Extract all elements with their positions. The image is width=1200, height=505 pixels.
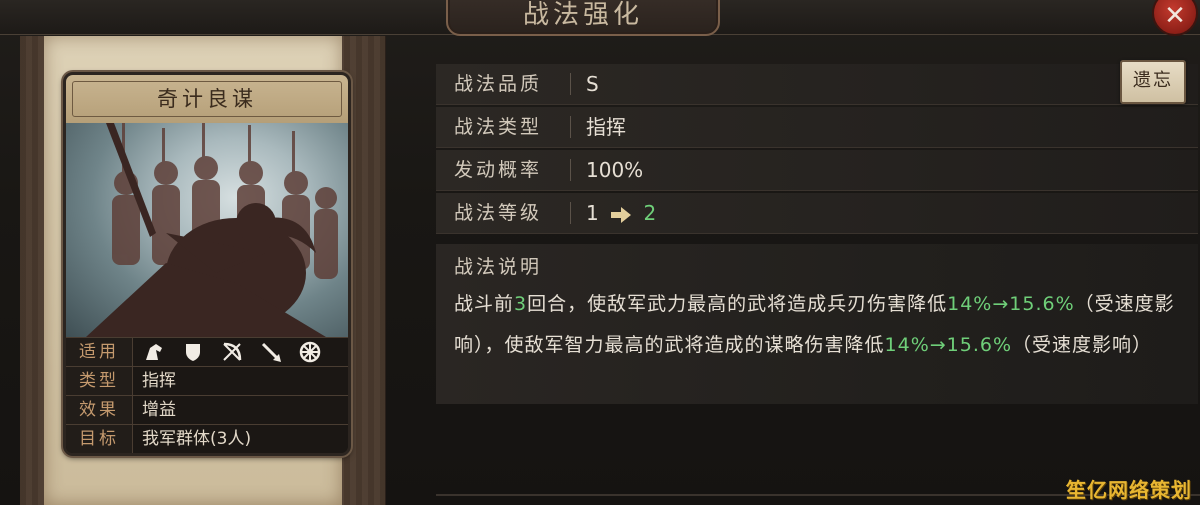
info-row-type: 类型 指挥 <box>66 366 348 395</box>
attr-label: 战法品质 <box>454 73 543 95</box>
info-value: 我军群体(3人) <box>142 429 252 449</box>
skill-name: 奇计良谋 <box>157 87 257 111</box>
cavalry-icon <box>142 340 166 364</box>
description-text: 战斗前3回合，使敌军武力最高的武将造成兵刃伤害降低14%→15.6%（受速度影响… <box>454 284 1194 366</box>
info-row-target: 目标 我军群体(3人) <box>66 424 348 453</box>
divider <box>570 73 571 95</box>
skill-card: 奇计良谋 适用 类型 指挥 效果 增益 目标 我军群体(3人) <box>63 72 351 456</box>
info-label: 目标 <box>66 425 133 453</box>
attr-label: 战法等级 <box>454 202 543 224</box>
attr-label: 发动概率 <box>454 159 543 181</box>
attr-value: 1 2 <box>586 193 656 233</box>
forget-button[interactable]: 遗忘 <box>1120 60 1186 104</box>
spear-icon <box>259 340 283 364</box>
divider <box>570 159 571 181</box>
attr-row-level: 战法等级 1 2 <box>436 193 1198 234</box>
skill-description-panel: 战法说明 战斗前3回合，使敌军武力最高的武将造成兵刃伤害降低14%→15.6%（… <box>436 244 1198 404</box>
desc-highlight: 14%→15.6% <box>947 293 1075 315</box>
skill-artwork <box>66 123 348 337</box>
info-value: 增益 <box>142 400 176 420</box>
divider <box>570 202 571 224</box>
archer-icon <box>220 340 244 364</box>
description-title: 战法说明 <box>454 256 543 278</box>
window-title: 战法强化 <box>446 0 720 36</box>
info-row-applicable: 适用 <box>66 337 348 366</box>
watermark: 笙亿网络策划 <box>1066 478 1192 502</box>
info-row-effect: 效果 增益 <box>66 395 348 424</box>
troop-type-icons <box>142 340 332 364</box>
info-label: 类型 <box>66 367 133 395</box>
desc-highlight: 3 <box>514 293 528 315</box>
level-next: 2 <box>643 201 657 225</box>
info-value: 指挥 <box>142 371 176 391</box>
level-current: 1 <box>586 201 599 225</box>
attr-value: 100% <box>586 158 644 182</box>
skill-card-title: 奇计良谋 <box>66 75 348 125</box>
divider <box>570 116 571 138</box>
desc-segment: 战斗前 <box>454 293 515 315</box>
desc-segment: （受速度影响） <box>1012 334 1153 356</box>
skill-info-table: 适用 类型 指挥 效果 增益 目标 我军群体(3人) <box>66 337 348 453</box>
info-label: 适用 <box>66 338 133 366</box>
skill-enhance-screen: 战法强化 ✕ 奇计良谋 适用 类型 指挥 效果 增益 目标 我军群体(3人) 战… <box>0 0 1200 505</box>
attr-row-type: 战法类型 指挥 <box>436 107 1198 148</box>
desc-highlight: 14%→15.6% <box>884 334 1013 356</box>
shield-icon <box>181 340 205 364</box>
wheel-icon <box>298 340 322 364</box>
desc-segment: 回合，使敌军武力最高的武将造成兵刃伤害降低 <box>527 293 948 315</box>
attr-value: S <box>586 72 599 96</box>
attr-label: 战法类型 <box>454 116 543 138</box>
attr-value: 指挥 <box>586 115 626 139</box>
arrow-right-icon <box>611 206 632 223</box>
soldiers-silhouette-illustration <box>86 123 338 337</box>
info-label: 效果 <box>66 396 133 424</box>
attr-row-quality: 战法品质 S <box>436 64 1198 105</box>
attr-row-rate: 发动概率 100% <box>436 150 1198 191</box>
